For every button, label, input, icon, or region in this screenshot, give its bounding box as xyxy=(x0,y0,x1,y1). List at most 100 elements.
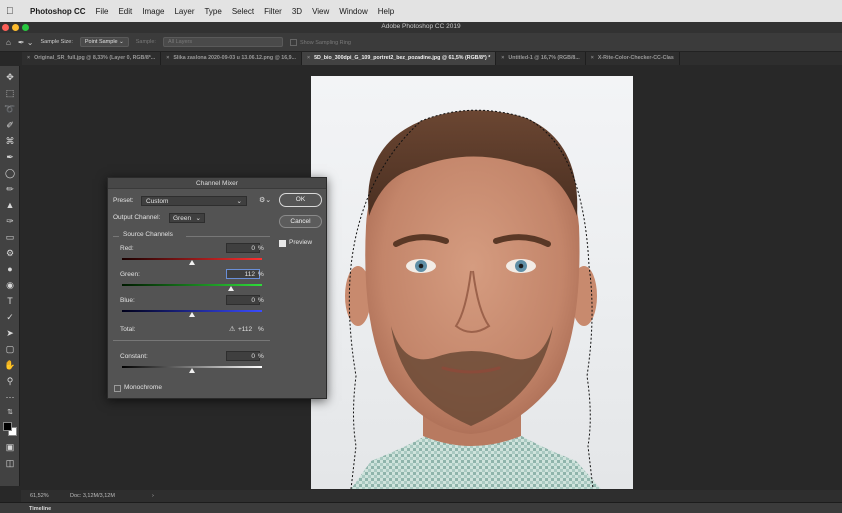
blur-tool-icon[interactable]: ● xyxy=(3,262,17,276)
quick-mask-icon[interactable]: ▣ xyxy=(3,440,17,454)
history-brush-icon[interactable]: ✑ xyxy=(3,214,17,228)
swap-colors-icon[interactable]: ⇅ xyxy=(3,406,17,420)
more-tools-icon[interactable]: ⋯ xyxy=(3,390,17,404)
sample-size-value: Point Sample xyxy=(84,39,118,45)
document-canvas[interactable] xyxy=(311,76,633,489)
preset-value: Custom xyxy=(146,198,169,205)
eyedropper-icon[interactable]: ✒ xyxy=(3,150,17,164)
eraser-tool-icon[interactable]: ▭ xyxy=(3,230,17,244)
blue-slider-knob[interactable] xyxy=(189,312,195,317)
screen-mode-icon[interactable]: ◫ xyxy=(3,456,17,470)
menu-help[interactable]: Help xyxy=(378,7,394,16)
document-tab[interactable]: × Slika zaslona 2020-09-03 u 13.06.12.png… xyxy=(161,52,302,65)
red-value-input[interactable]: 0 xyxy=(226,243,260,253)
zoom-level[interactable]: 61,52% xyxy=(30,493,70,499)
status-menu-arrow-icon[interactable]: › xyxy=(152,493,154,499)
document-tab[interactable]: × Original_SR_full.jpg @ 8,33% (Layer 0, … xyxy=(22,52,162,65)
home-icon[interactable]: ⌂ xyxy=(6,38,11,47)
clone-stamp-icon[interactable]: ▲ xyxy=(3,198,17,212)
ok-button[interactable]: OK xyxy=(279,193,322,207)
dodge-tool-icon[interactable]: ◉ xyxy=(3,278,17,292)
healing-brush-icon[interactable]: ◯ xyxy=(3,166,17,180)
total-label: Total: xyxy=(120,326,136,333)
type-tool-icon[interactable]: T xyxy=(3,294,17,308)
menu-select[interactable]: Select xyxy=(232,7,254,16)
status-bar: 61,52% Doc: 3,12M/3,12M › xyxy=(21,490,842,502)
path-selection-icon[interactable]: ➤ xyxy=(3,326,17,340)
paint-bucket-icon[interactable]: ⚙ xyxy=(3,246,17,260)
preview-label: Preview xyxy=(289,239,313,246)
hand-tool-icon[interactable]: ✋ xyxy=(3,358,17,372)
green-value: 112 xyxy=(244,271,255,278)
tab-label: Untitled-1 @ 16,7% (RGB/8... xyxy=(508,55,580,61)
close-tab-icon[interactable]: × xyxy=(307,55,310,61)
red-value: 0 xyxy=(251,245,255,252)
menu-window[interactable]: Window xyxy=(339,7,367,16)
menu-layer[interactable]: Layer xyxy=(174,7,194,16)
constant-value-input[interactable]: 0 xyxy=(226,351,260,361)
preset-options-gear-icon[interactable]: ⚙⌄ xyxy=(259,196,271,204)
close-tab-icon[interactable]: × xyxy=(27,55,30,61)
constant-percent-unit: % xyxy=(258,353,264,360)
show-sampling-ring-option[interactable]: Show Sampling Ring xyxy=(289,38,351,46)
green-slider-knob[interactable] xyxy=(228,286,235,291)
brush-tool-icon[interactable]: ✏ xyxy=(3,182,17,196)
cancel-button[interactable]: Cancel xyxy=(279,215,322,228)
menu-image[interactable]: Image xyxy=(142,7,164,16)
red-label: Red: xyxy=(120,245,134,252)
move-tool-icon[interactable]: ✥ xyxy=(3,70,17,84)
window-title-bar: Adobe Photoshop CC 2019 xyxy=(0,22,842,33)
close-tab-icon[interactable]: × xyxy=(591,55,594,61)
menu-filter[interactable]: Filter xyxy=(264,7,282,16)
apple-menu-icon[interactable]:  xyxy=(6,6,18,17)
preview-checkbox[interactable] xyxy=(279,240,286,247)
eyedropper-tool-icon[interactable]: ✒ ⌄ xyxy=(18,38,34,47)
document-tab-active[interactable]: × 5D_bio_300dpi_G_109_portret2_bez_pozadi… xyxy=(302,52,497,65)
group-border xyxy=(186,236,270,237)
document-tab[interactable]: × X-Rite-Color-Checker-CC-Clas xyxy=(586,52,680,65)
menu-edit[interactable]: Edit xyxy=(118,7,132,16)
timeline-panel-tab[interactable]: Timeline xyxy=(0,502,842,513)
close-tab-icon[interactable]: × xyxy=(501,55,504,61)
preset-dropdown[interactable]: Custom ⌄ xyxy=(141,196,247,206)
blue-percent-unit: % xyxy=(258,297,264,304)
quick-selection-tool-icon[interactable]: ✐ xyxy=(3,118,17,132)
document-size-info: Doc: 3,12M/3,12M xyxy=(70,493,115,499)
monochrome-checkbox[interactable] xyxy=(114,385,121,392)
blue-value: 0 xyxy=(251,297,255,304)
menu-3d[interactable]: 3D xyxy=(292,7,302,16)
green-value-input[interactable]: 112 xyxy=(226,269,260,279)
tab-label: 5D_bio_300dpi_G_109_portret2_bez_pozadin… xyxy=(314,55,491,61)
channel-mixer-dialog: Channel Mixer Preset: Custom ⌄ ⚙⌄ OK Can… xyxy=(107,177,327,399)
show-sampling-ring-checkbox[interactable] xyxy=(289,38,297,46)
menu-type[interactable]: Type xyxy=(204,7,221,16)
green-slider-track[interactable] xyxy=(122,284,262,286)
document-tab[interactable]: × Untitled-1 @ 16,7% (RGB/8... xyxy=(496,52,586,65)
red-percent-unit: % xyxy=(258,245,264,252)
monochrome-label: Monochrome xyxy=(124,384,162,391)
pen-tool-icon[interactable]: ✓ xyxy=(3,310,17,324)
marquee-tool-icon[interactable]: ⬚ xyxy=(3,86,17,100)
output-channel-label: Output Channel: xyxy=(113,214,161,221)
sample-size-dropdown[interactable]: Point Sample ⌄ xyxy=(79,37,129,47)
left-pupil xyxy=(418,263,424,269)
lasso-tool-icon[interactable]: ➰ xyxy=(3,102,17,116)
blue-value-input[interactable]: 0 xyxy=(226,295,260,305)
menu-file[interactable]: File xyxy=(96,7,109,16)
close-tab-icon[interactable]: × xyxy=(166,55,169,61)
menu-app-name[interactable]: Photoshop CC xyxy=(30,7,86,16)
red-slider-knob[interactable] xyxy=(189,260,195,265)
total-value: +112 xyxy=(238,326,253,333)
zoom-tool-icon[interactable]: ⚲ xyxy=(3,374,17,388)
constant-label: Constant: xyxy=(120,353,148,360)
foreground-color-swatch[interactable] xyxy=(3,422,12,431)
preset-label: Preset: xyxy=(113,197,134,204)
menu-view[interactable]: View xyxy=(312,7,329,16)
sample-dropdown[interactable]: All Layers xyxy=(162,37,283,47)
rectangle-tool-icon[interactable]: ▢ xyxy=(3,342,17,356)
window-title: Adobe Photoshop CC 2019 xyxy=(381,23,461,30)
right-pupil xyxy=(518,263,524,269)
crop-tool-icon[interactable]: ⌘ xyxy=(3,134,17,148)
output-channel-dropdown[interactable]: Green ⌄ xyxy=(169,213,205,223)
constant-slider-knob[interactable] xyxy=(189,368,195,373)
